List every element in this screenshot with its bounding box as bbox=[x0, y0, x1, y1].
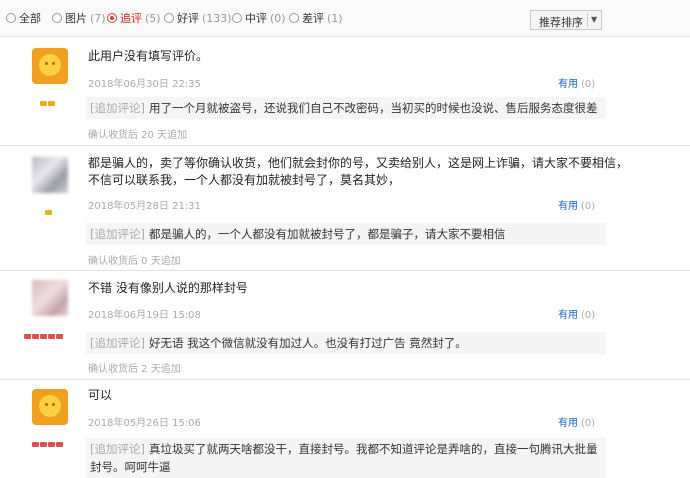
flame-face-icon bbox=[39, 395, 61, 417]
avatar[interactable] bbox=[32, 157, 68, 193]
radio-icon[interactable] bbox=[6, 13, 16, 23]
user-level-badge bbox=[40, 99, 56, 107]
append-note: 确认收货后 20 天追加 bbox=[88, 130, 188, 141]
radio-icon[interactable] bbox=[52, 13, 62, 23]
gem-icon bbox=[56, 334, 63, 339]
review-text: 此用户没有填写评价。 bbox=[88, 49, 209, 63]
radio-icon[interactable] bbox=[232, 13, 242, 23]
useful-count: (0) bbox=[581, 201, 596, 212]
filter-label: 差评 bbox=[302, 12, 324, 25]
review-text: 可以 bbox=[88, 388, 113, 402]
user-level-badge bbox=[24, 332, 64, 340]
review-text-line-2: 不信可以联系我，一个人都没有加就被封号了，莫名其妙， bbox=[88, 173, 401, 187]
filter-label: 中评 bbox=[245, 12, 267, 25]
avatar[interactable] bbox=[32, 280, 68, 316]
append-review: [追加评论] 都是骗人的，一个人都没有加就被封号了，都是骗子，请大家不要相信 bbox=[86, 223, 606, 245]
useful-label[interactable]: 有用 bbox=[558, 79, 578, 90]
useful-count: (0) bbox=[581, 79, 596, 90]
append-tag: [追加评论] bbox=[90, 336, 145, 350]
gem-icon bbox=[45, 210, 52, 215]
review-filter-bar: 全部 图片 (7) 追评 (5) 好评 (133) 中评 (0) 差评 (1) 推荐排序 … bbox=[0, 0, 690, 37]
filter-all[interactable]: 全部 bbox=[6, 12, 44, 26]
avatar[interactable] bbox=[32, 389, 68, 425]
review-item: 不错 没有像别人说的那样封号 2018年06月19日 15:08 有用 (0) [… bbox=[0, 271, 690, 380]
filter-label: 好评 bbox=[177, 12, 199, 25]
append-tag: [追加评论] bbox=[90, 442, 145, 456]
filter-label: 图片 bbox=[65, 12, 87, 25]
flame-face-icon bbox=[39, 54, 61, 76]
review-date: 2018年05月28日 21:31 bbox=[88, 201, 201, 212]
append-text: 用了一个月就被盗号，还说我们自己不改密码，当初买的时候也没说、售后服务态度很差 bbox=[148, 101, 598, 115]
append-text: 都是骗人的，一个人都没有加就被封号了，都是骗子，请大家不要相信 bbox=[148, 227, 506, 241]
filter-count: (133) bbox=[202, 12, 232, 25]
filter-images[interactable]: 图片 (7) bbox=[52, 12, 106, 26]
useful-vote[interactable]: 有用 (0) bbox=[558, 414, 595, 429]
filter-positive[interactable]: 好评 (133) bbox=[164, 12, 232, 26]
append-review: [追加评论] 好无语 我这个微信就没有加过人。也没有打过广告 竟然封了。 bbox=[86, 332, 606, 354]
gem-icon bbox=[40, 442, 47, 447]
append-note: 确认收货后 0 天追加 bbox=[88, 256, 181, 267]
filter-label: 全部 bbox=[19, 12, 41, 25]
gem-icon bbox=[48, 334, 55, 339]
gem-icon bbox=[40, 334, 47, 339]
gem-icon bbox=[56, 442, 63, 447]
sort-dropdown[interactable]: 推荐排序 ▼ bbox=[530, 10, 602, 30]
filter-negative[interactable]: 差评 (1) bbox=[289, 12, 343, 26]
filter-count: (7) bbox=[90, 12, 106, 25]
review-item: 都是骗人的，卖了等你确认收货，他们就会封你的号，又卖给别人，这是网上诈骗，请大家… bbox=[0, 146, 690, 271]
append-tag: [追加评论] bbox=[90, 227, 145, 241]
append-text: 好无语 我这个微信就没有加过人。也没有打过广告 竟然封了。 bbox=[148, 336, 467, 350]
useful-label[interactable]: 有用 bbox=[558, 201, 578, 212]
append-tag: [追加评论] bbox=[90, 101, 145, 115]
review-date: 2018年06月19日 15:08 bbox=[88, 310, 201, 321]
filter-count: (5) bbox=[145, 12, 161, 25]
useful-label[interactable]: 有用 bbox=[558, 310, 578, 321]
filter-count: (0) bbox=[270, 12, 286, 25]
radio-checked-icon[interactable] bbox=[107, 13, 117, 23]
filter-count: (1) bbox=[327, 12, 343, 25]
filter-label: 追评 bbox=[120, 12, 142, 25]
append-review: [追加评论] 用了一个月就被盗号，还说我们自己不改密码，当初买的时候也没说、售后服… bbox=[86, 97, 606, 119]
gem-icon bbox=[32, 334, 39, 339]
review-text: 不错 没有像别人说的那样封号 bbox=[88, 281, 248, 295]
gem-icon bbox=[48, 442, 55, 447]
sort-divider bbox=[587, 13, 588, 27]
review-item: 此用户没有填写评价。 2018年06月30日 22:35 有用 (0) [追加评论… bbox=[0, 37, 690, 146]
avatar[interactable] bbox=[32, 48, 68, 84]
append-note: 确认收货后 2 天追加 bbox=[88, 364, 181, 375]
radio-icon[interactable] bbox=[164, 13, 174, 23]
append-text-line-1: 真垃圾买了就两天啥都没干，直接封号。我都不知道评论是弄啥的，直接一句腾讯大批量 bbox=[148, 442, 598, 456]
append-review: [追加评论] 真垃圾买了就两天啥都没干，直接封号。我都不知道评论是弄啥的，直接一句… bbox=[86, 438, 606, 478]
user-level-badge bbox=[45, 208, 53, 216]
gem-icon bbox=[32, 442, 39, 447]
append-text-line-2: 封号。呵呵牛逼 bbox=[90, 460, 171, 474]
gem-icon bbox=[48, 101, 55, 106]
filter-follow-up[interactable]: 追评 (5) bbox=[107, 12, 161, 26]
review-date: 2018年06月30日 22:35 bbox=[88, 79, 201, 90]
review-text-line-1: 都是骗人的，卖了等你确认收货，他们就会封你的号，又卖给别人，这是网上诈骗，请大家… bbox=[88, 156, 629, 170]
review-item: 可以 2018年05月26日 15:06 有用 (0) [追加评论] 真垃圾买了就两… bbox=[0, 380, 690, 478]
useful-count: (0) bbox=[581, 310, 596, 321]
useful-count: (0) bbox=[581, 418, 596, 429]
filter-neutral[interactable]: 中评 (0) bbox=[232, 12, 286, 26]
gem-icon bbox=[24, 334, 31, 339]
review-date: 2018年05月26日 15:06 bbox=[88, 418, 201, 429]
useful-label[interactable]: 有用 bbox=[558, 418, 578, 429]
chevron-down-icon[interactable]: ▼ bbox=[591, 15, 597, 24]
useful-vote[interactable]: 有用 (0) bbox=[558, 306, 595, 321]
sort-label: 推荐排序 bbox=[539, 16, 583, 29]
useful-vote[interactable]: 有用 (0) bbox=[558, 75, 595, 90]
radio-icon[interactable] bbox=[289, 13, 299, 23]
gem-icon bbox=[40, 101, 47, 106]
user-level-badge bbox=[32, 440, 64, 448]
useful-vote[interactable]: 有用 (0) bbox=[558, 197, 595, 212]
